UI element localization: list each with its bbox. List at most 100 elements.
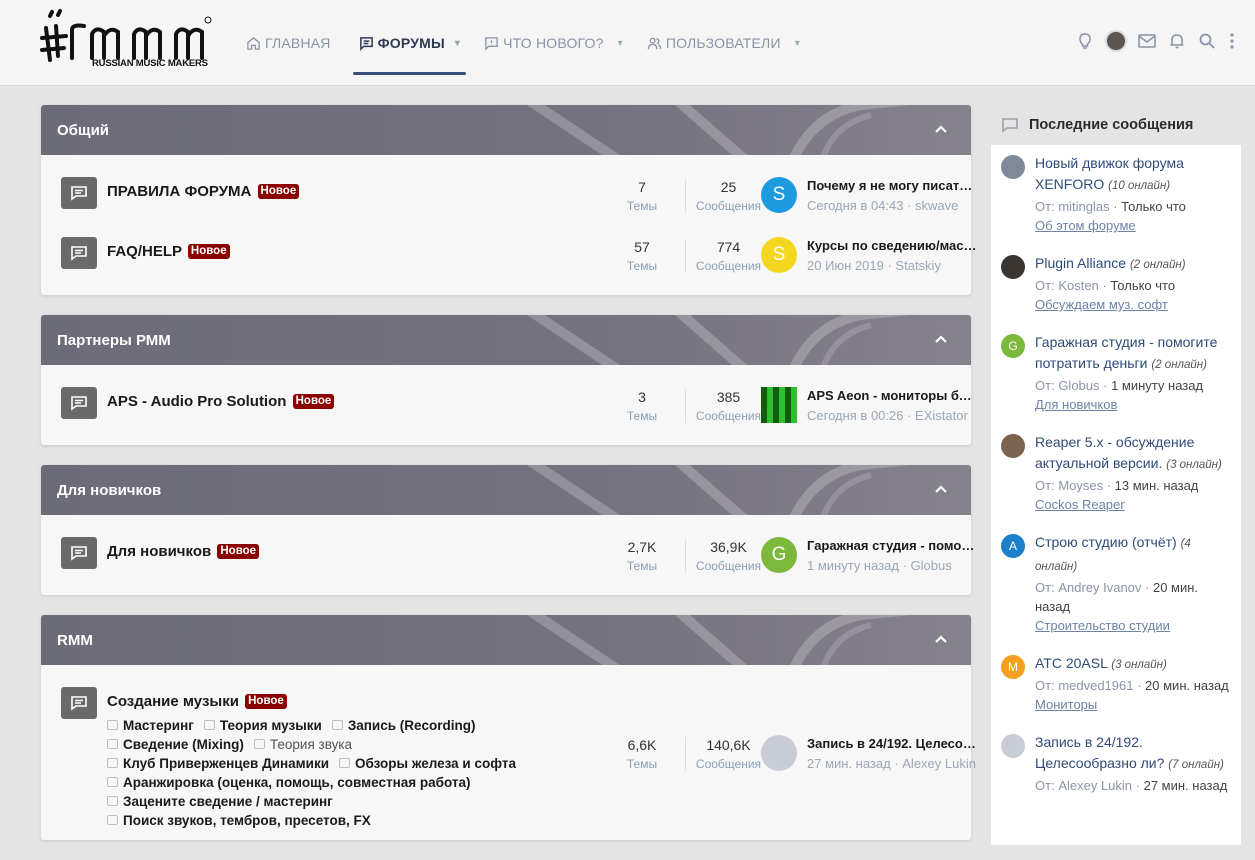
thread-title[interactable]: ATC 20ASL [1035, 655, 1107, 671]
forum-link[interactable]: Cockos Reaper [1035, 495, 1231, 514]
subforum-label: Запись (Recording) [347, 718, 476, 733]
subforum-link[interactable]: Теория звука [253, 735, 352, 754]
chevron-down-icon[interactable]: ▾ [795, 38, 800, 49]
forum-icon [359, 36, 373, 51]
thread-title-row: Строю студию (отчёт) (4 онлайн) [1035, 532, 1231, 578]
subforum-link[interactable]: Сведение (Mixing) [107, 735, 244, 754]
last-post-title[interactable]: Запись в 24/192. Целесообразно ли? [807, 736, 977, 751]
from-label: От: [1035, 478, 1055, 493]
poster-avatar[interactable] [1001, 155, 1025, 179]
poster-name[interactable]: Moyses [1058, 478, 1103, 493]
thread-title[interactable]: Запись в 24/192. Целесообразно ли? [1035, 734, 1164, 771]
category-title[interactable]: Партнеры РММ [57, 332, 171, 349]
category-header[interactable]: Общий [41, 105, 971, 155]
category-title[interactable]: Общий [57, 122, 109, 139]
tab-users[interactable]: ПОЛЬЗОВАТЕЛИ ▾ [641, 0, 806, 86]
subforum-link[interactable]: Зацените сведение / мастеринг [107, 792, 333, 811]
subforum-link[interactable]: Мастеринг [107, 716, 194, 735]
user-avatar[interactable] [1105, 30, 1127, 52]
chevron-down-icon[interactable]: ▾ [455, 38, 460, 49]
node-title[interactable]: ПРАВИЛА ФОРУМА [107, 183, 251, 200]
post-meta: От: Moyses · 13 мин. назад [1035, 478, 1199, 493]
messages-count: 25 [720, 179, 737, 195]
widget-title: Последние сообщения [1029, 117, 1194, 133]
lightbulb-icon[interactable] [1075, 31, 1095, 51]
subforum-link[interactable]: Запись (Recording) [331, 716, 476, 735]
poster-name[interactable]: Andrey Ivanov [1058, 580, 1141, 595]
subforum-icon [107, 720, 118, 730]
chevron-up-icon[interactable] [933, 631, 949, 647]
threads-stat: 7 Темы [601, 179, 683, 213]
category-header[interactable]: RMM [41, 615, 971, 665]
last-post-title[interactable]: Курсы по сведению/мастерингу [807, 238, 977, 253]
subforum-link[interactable]: Аранжировка (оценка, помощь, совместная … [107, 773, 471, 792]
last-post-meta[interactable]: Сегодня в 04:43 · skwave [807, 198, 977, 213]
post-meta: От: mitinglas · Только что [1035, 199, 1186, 214]
poster-name[interactable]: Kosten [1058, 278, 1098, 293]
last-post-meta[interactable]: 1 минуту назад · Globus [807, 558, 977, 573]
node-title[interactable]: Для новичков [107, 543, 211, 560]
last-post: Запись в 24/192. Целесообразно ли? 27 мин… [761, 735, 977, 771]
tab-home[interactable]: ГЛАВНАЯ [240, 0, 337, 86]
threads-count: 7 [638, 179, 646, 195]
poster-name[interactable]: mitinglas [1058, 199, 1109, 214]
threads-count: 2,7K [627, 539, 657, 555]
search-icon[interactable] [1197, 31, 1217, 51]
poster-name[interactable]: medved1961 [1058, 678, 1133, 693]
thread-title[interactable]: Plugin Alliance [1035, 255, 1126, 271]
last-post-meta[interactable]: 27 мин. назад · Alexey Lukin [807, 756, 977, 771]
forum-icon [61, 387, 97, 419]
forum-link[interactable]: Об этом форуме [1035, 216, 1231, 235]
threads-stat: 57 Темы [601, 239, 683, 273]
thread-title[interactable]: Строю студию (отчёт) [1035, 534, 1177, 550]
mail-icon[interactable] [1137, 31, 1157, 51]
category-title[interactable]: Для новичков [57, 482, 161, 499]
poster-name[interactable]: Alexey Lukin [1058, 778, 1132, 793]
category-title[interactable]: RMM [57, 632, 93, 649]
poster-avatar[interactable] [1001, 255, 1025, 279]
last-post-avatar[interactable]: G [761, 537, 797, 573]
node-title[interactable]: FAQ/HELP [107, 243, 182, 260]
poster-avatar[interactable] [1001, 434, 1025, 458]
last-post-title[interactable]: Гаражная студия - помогите потратить ден… [807, 538, 977, 553]
forum-link[interactable]: Строительство студии [1035, 616, 1231, 635]
chevron-up-icon[interactable] [933, 481, 949, 497]
node-title[interactable]: Создание музыки [107, 693, 239, 710]
subforum-link[interactable]: Поиск звуков, тембров, пресетов, FX [107, 811, 371, 830]
last-post-avatar[interactable] [761, 387, 797, 423]
bell-icon[interactable] [1167, 31, 1187, 51]
poster-name[interactable]: Globus [1058, 378, 1099, 393]
poster-avatar[interactable]: A [1001, 534, 1025, 558]
thread-title-row: ATC 20ASL (3 онлайн) [1035, 653, 1231, 676]
node-title[interactable]: APS - Audio Pro Solution [107, 393, 286, 410]
last-post-avatar[interactable]: S [761, 177, 797, 213]
last-post-avatar[interactable] [761, 735, 797, 771]
tab-label: ЧТО НОВОГО? [503, 35, 604, 51]
rmm-logo[interactable]: RUSSIAN MUSIC MAKERS [40, 8, 215, 76]
chevron-down-icon[interactable]: ▾ [618, 38, 623, 49]
last-post-meta[interactable]: 20 Июн 2019 · Statskiy [807, 258, 977, 273]
tab-whats-new[interactable]: ЧТО НОВОГО? ▾ [478, 0, 629, 86]
node-title-row: ПРАВИЛА ФОРУМА Новое [107, 183, 587, 200]
forum-link[interactable]: Мониторы [1035, 695, 1231, 714]
poster-avatar[interactable]: G [1001, 334, 1025, 358]
forum-link[interactable]: Обсуждаем муз. софт [1035, 295, 1231, 314]
poster-avatar[interactable] [1001, 734, 1025, 758]
chevron-up-icon[interactable] [933, 121, 949, 137]
threads-stat: 3 Темы [601, 389, 683, 423]
tab-forums[interactable]: ФОРУМЫ ▾ [352, 0, 467, 86]
last-post-meta[interactable]: Сегодня в 00:26 · EXistator [807, 408, 977, 423]
subforum-link[interactable]: Теория музыки [203, 716, 322, 735]
category-header[interactable]: Партнеры РММ [41, 315, 971, 365]
poster-avatar[interactable]: M [1001, 655, 1025, 679]
last-post-title[interactable]: Почему я не могу писать на форуме? [807, 178, 977, 193]
subforum-link[interactable]: Клуб Приверженцев Динамики [107, 754, 329, 773]
chevron-up-icon[interactable] [933, 331, 949, 347]
last-post-avatar[interactable]: S [761, 237, 797, 273]
thread-title-row: Гаражная студия - помогите потратить ден… [1035, 332, 1231, 376]
last-post-title[interactable]: APS Aeon - мониторы ближнего поля [807, 388, 977, 403]
category-header[interactable]: Для новичков [41, 465, 971, 515]
forum-link[interactable]: Для новичков [1035, 395, 1231, 414]
subforum-link[interactable]: Обзоры железа и софта [339, 754, 516, 773]
more-menu-icon[interactable] [1227, 31, 1237, 51]
